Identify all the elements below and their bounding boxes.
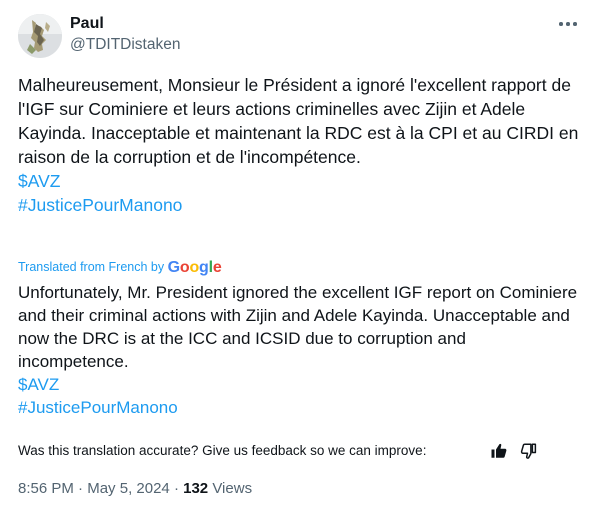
cashtag-link[interactable]: $AVZ	[18, 169, 580, 193]
tweet-original-text-block: Malheureusement, Monsieur le Président a…	[18, 73, 580, 217]
translation-feedback: Was this translation accurate? Give us f…	[18, 441, 580, 461]
more-options-icon[interactable]	[556, 12, 580, 34]
tweet-original-text: Malheureusement, Monsieur le Président a…	[18, 75, 579, 167]
views-label: Views	[212, 480, 253, 497]
tweet-translation-text: Unfortunately, Mr. President ignored the…	[18, 283, 578, 371]
thumbs-up-icon[interactable]	[490, 442, 508, 460]
username-handle[interactable]: @TDITDistaken	[70, 34, 180, 56]
translated-cashtag-link[interactable]: $AVZ	[18, 373, 580, 396]
tweet-time[interactable]: 8:56 PM	[18, 480, 74, 497]
meta-separator: ·	[173, 480, 179, 497]
tweet-date[interactable]: May 5, 2024	[87, 480, 170, 497]
translation-attribution[interactable]: Translated from French by Google	[18, 257, 222, 277]
tweet-meta: 8:56 PM · May 5, 2024 · 132 Views	[18, 479, 252, 499]
display-name[interactable]: Paul	[70, 14, 180, 34]
google-logo: Google	[167, 259, 222, 276]
tweet-translation-block: Unfortunately, Mr. President ignored the…	[18, 281, 580, 419]
feedback-question: Was this translation accurate? Give us f…	[18, 443, 427, 458]
views-count: 132	[183, 480, 209, 497]
translated-from-label: Translated from French by	[18, 260, 165, 274]
tweet-header: Paul @TDITDistaken	[18, 12, 580, 58]
thumbs-down-icon[interactable]	[520, 442, 538, 460]
avatar-image	[18, 14, 62, 58]
meta-separator: ·	[78, 480, 84, 497]
translated-hashtag-link[interactable]: #JusticePourManono	[18, 396, 580, 419]
hashtag-link[interactable]: #JusticePourManono	[18, 193, 580, 217]
avatar[interactable]	[18, 14, 62, 58]
